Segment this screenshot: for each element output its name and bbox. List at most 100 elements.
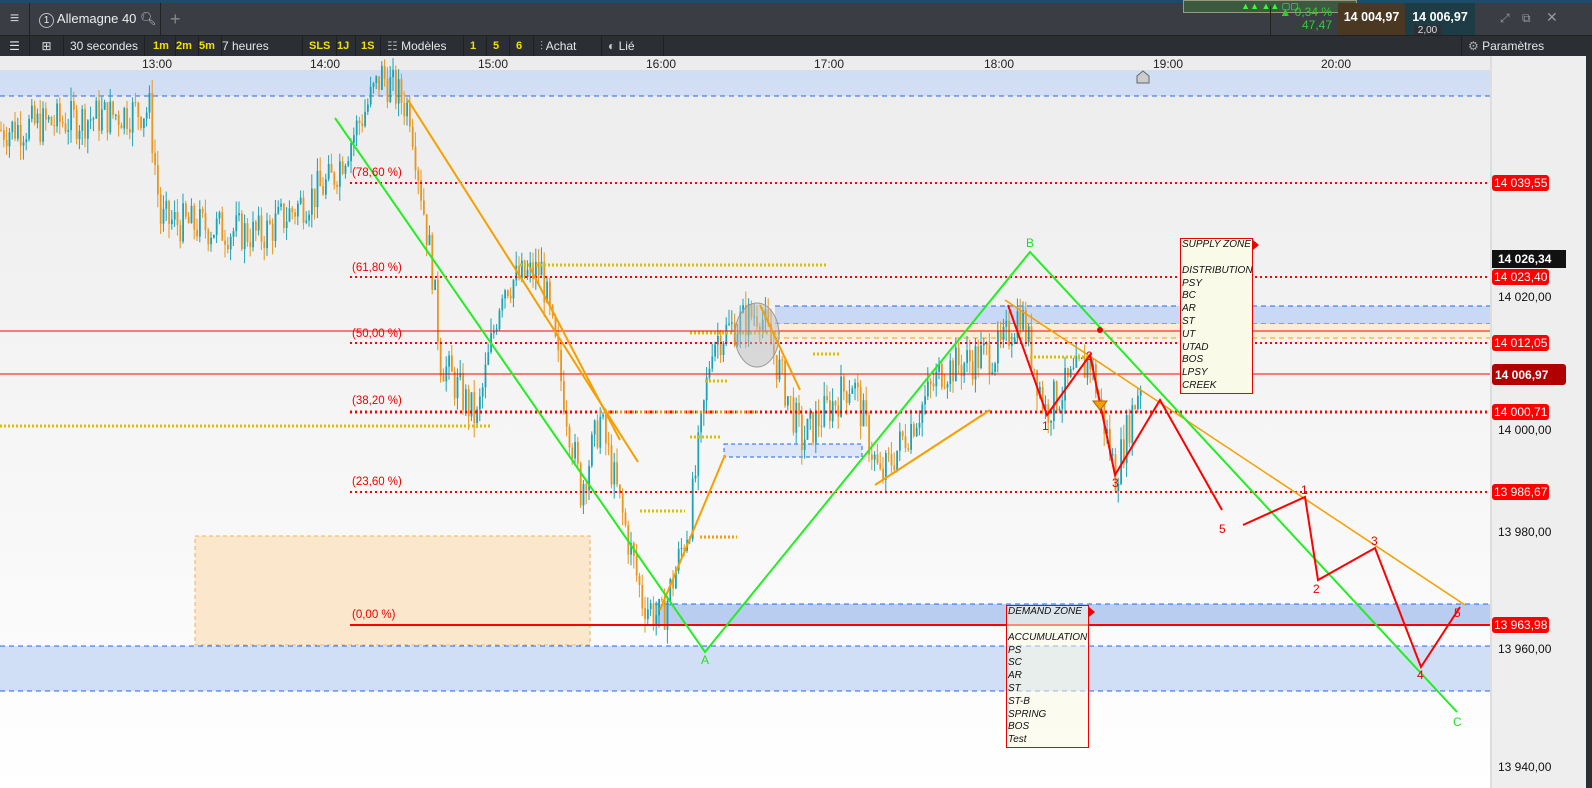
supply-zone-box[interactable]: SUPPLY ZONE DISTRIBUTION PSY BC AR ST UT UTAD B… <box>1180 238 1253 394</box>
linked-button[interactable]: ◐ Lié <box>602 36 664 57</box>
price-axis[interactable]: 14 020,00 14 000,00 13 980,00 13 960,00 … <box>1490 56 1586 788</box>
menu-button[interactable]: ≡ <box>0 3 30 35</box>
candle <box>915 427 918 437</box>
candle <box>453 371 456 399</box>
zone-item: SPRING <box>1008 708 1047 720</box>
candle <box>389 77 392 102</box>
model-slot-1[interactable]: 1 <box>464 36 487 57</box>
price-tick: 13 940,00 <box>1498 760 1552 774</box>
demand-zone-box[interactable]: DEMAND ZONE ACCUMULATION PS SC AR ST ST-B SPRI… <box>1006 605 1089 748</box>
zone-item: BOS <box>1182 354 1204 366</box>
chart-canvas[interactable]: A B C 1 2 3 5 1 2 3 4 5 <box>0 56 1490 788</box>
models-button[interactable]: ☷ Modèles <box>381 36 464 57</box>
orange-trendlines[interactable] <box>407 99 1466 611</box>
add-tab-button[interactable]: + <box>170 3 181 35</box>
candle <box>997 331 999 364</box>
candle <box>162 208 165 224</box>
candle <box>28 118 30 140</box>
candle <box>123 108 126 129</box>
model-slot-5[interactable]: 5 <box>487 36 510 57</box>
candle <box>946 384 949 388</box>
candle <box>924 396 926 405</box>
fib-price-label: 14 039,55 <box>1492 175 1550 191</box>
price-tick: 14 000,00 <box>1498 423 1552 437</box>
models-label: Modèles <box>401 39 447 53</box>
zone-item: CREEK <box>1182 379 1217 391</box>
candle <box>255 221 257 231</box>
preset-1s[interactable]: 1S <box>355 36 382 57</box>
candle <box>19 124 22 146</box>
candle <box>859 387 862 427</box>
candle <box>414 146 417 171</box>
title-bar: ≡ 1 Allemagne 40 🔍︎ + ▲▲ ▲▲ ▢▢ ▲ 0,34 % … <box>0 0 1592 37</box>
candle <box>834 401 837 406</box>
candle <box>31 105 33 119</box>
price-chart[interactable]: A B C 1 2 3 5 1 2 3 4 5 13:00 14:00 15:0… <box>0 56 1490 788</box>
candle <box>372 83 375 87</box>
candle <box>602 414 604 417</box>
candle <box>1005 320 1008 327</box>
linked-label: Lié <box>618 39 635 53</box>
candle <box>22 142 25 146</box>
candle <box>823 396 826 427</box>
candle <box>157 165 159 195</box>
candle <box>179 224 182 242</box>
fib-label: (38,20 %) <box>352 395 402 407</box>
candle <box>383 65 386 79</box>
candle <box>117 114 120 125</box>
model-slot-6[interactable]: 6 <box>510 36 534 57</box>
time-tick: 18:00 <box>983 57 1015 71</box>
candle <box>610 445 613 485</box>
range-select[interactable]: 7 heures <box>216 36 303 57</box>
settings-button[interactable]: ⚙ Paramètres <box>1461 36 1592 57</box>
candle <box>549 281 551 306</box>
list-icon[interactable]: ☰ <box>0 36 30 57</box>
small-blue-box <box>723 443 863 458</box>
candle <box>479 396 481 410</box>
buy-button[interactable]: ⫶ Achat <box>534 36 602 57</box>
candle <box>1067 368 1069 377</box>
candle <box>61 121 64 124</box>
supply-zone-title: SUPPLY ZONE <box>1182 239 1251 250</box>
zone-item: AR <box>1008 670 1022 682</box>
candle <box>481 387 484 397</box>
wave-label: 5 <box>1219 522 1226 536</box>
candle <box>719 335 722 356</box>
preset-1j[interactable]: 1J <box>331 36 357 57</box>
popout-icon[interactable]: ⧉ <box>1522 11 1531 26</box>
candle <box>358 120 361 124</box>
candle <box>647 609 649 620</box>
settings-label: Paramètres <box>1482 39 1545 53</box>
candle <box>64 123 67 132</box>
candle <box>843 376 845 392</box>
layout-icon[interactable]: ⊞ <box>30 36 64 57</box>
candle <box>694 475 697 479</box>
search-icon[interactable]: 🔍︎ <box>140 11 157 26</box>
highlight-ellipse[interactable] <box>734 302 780 368</box>
candle <box>1061 400 1064 409</box>
candle <box>81 109 84 131</box>
bid-button[interactable]: 14 004,97 <box>1338 3 1405 35</box>
candle <box>56 103 58 127</box>
candle <box>33 105 36 124</box>
zone-item: BOS <box>1008 721 1030 733</box>
candle <box>467 389 470 417</box>
close-icon[interactable]: ✕ <box>1546 9 1558 26</box>
candle <box>442 375 445 382</box>
impulse-wave-2[interactable] <box>1242 495 1461 670</box>
expand-icon[interactable]: ⤢ <box>1500 11 1510 26</box>
candle <box>364 111 366 127</box>
candle <box>568 426 571 448</box>
instrument-tab[interactable]: 1 Allemagne 40 🔍︎ <box>31 3 161 35</box>
candle <box>17 124 19 139</box>
fib-price-label: 13 963,98 <box>1492 617 1550 633</box>
candle <box>952 360 954 382</box>
candle <box>577 441 579 464</box>
interval-select[interactable]: 30 secondes <box>64 36 146 57</box>
candle <box>249 242 252 248</box>
candle <box>848 393 851 403</box>
candle <box>330 163 333 173</box>
candle <box>190 205 193 224</box>
candle <box>115 114 117 116</box>
candle <box>241 213 243 250</box>
